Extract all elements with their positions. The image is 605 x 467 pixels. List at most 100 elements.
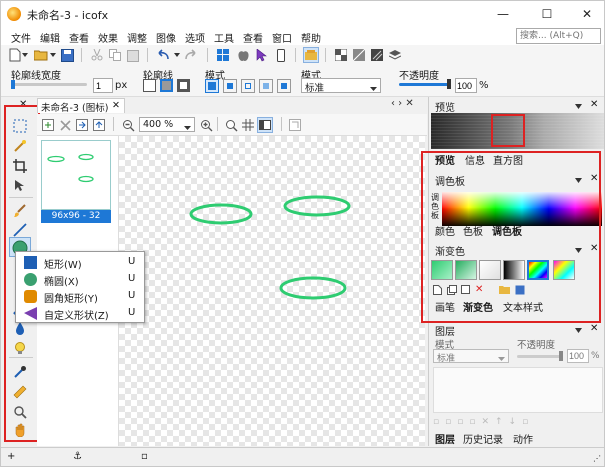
menu-options[interactable]: 选项 [185,30,205,45]
flyout-item-rectangle[interactable]: 矩形(W) U [16,254,144,271]
menu-effects[interactable]: 效果 [98,30,118,45]
document-tab-nav[interactable]: ‹ › ✕ [391,98,425,112]
checker-grid-icon[interactable] [333,47,349,63]
redo-icon[interactable] [183,47,199,63]
icon-library-icon[interactable] [303,47,319,63]
outline-width-input[interactable] [93,78,113,93]
magic-wand-icon[interactable] [11,137,29,155]
menu-adjust[interactable]: 调整 [127,30,147,45]
zoom-out-icon[interactable] [120,117,136,133]
brush-icon[interactable] [11,202,29,220]
tab-actions[interactable]: 动作 [513,431,533,446]
marquee-select-icon[interactable] [11,117,29,135]
menu-image[interactable]: 图像 [156,30,176,45]
layers-list[interactable] [433,367,603,413]
chevron-down-icon[interactable] [575,325,582,336]
chevron-down-icon[interactable] [173,47,181,63]
preview-viewport-box[interactable] [491,114,525,147]
tab-layers[interactable]: 图层 [435,431,455,446]
zoom-icon[interactable] [11,403,29,421]
chevron-down-icon[interactable] [575,101,582,112]
close-button[interactable]: ✕ [567,1,604,27]
drawing-canvas[interactable] [119,136,425,446]
move-icon[interactable] [11,177,29,195]
layers-opacity-input[interactable] [567,349,589,363]
image-thumbnail[interactable] [41,140,111,210]
zoom-in-icon[interactable] [198,117,214,133]
menu-view[interactable]: 查看 [69,30,89,45]
windows-icon[interactable] [215,47,231,63]
menu-edit[interactable]: 编辑 [40,30,60,45]
outline-width-track[interactable] [11,83,87,86]
actual-size-icon[interactable] [223,117,239,133]
menu-window[interactable]: 窗口 [272,30,292,45]
ellipse-shape[interactable] [189,203,253,225]
eyedropper-icon[interactable] [11,363,29,381]
flyout-item-rounded-rectangle[interactable]: 圆角矩形(Y) U [16,288,144,305]
cut-icon[interactable] [89,47,105,63]
opacity-slider-thumb[interactable] [447,79,451,89]
mode-fill-outline-button[interactable] [205,79,219,93]
transparency-icon[interactable] [369,47,385,63]
outline-thick-button[interactable] [177,79,190,92]
opacity-track[interactable] [399,83,451,86]
flyout-item-ellipse[interactable]: 椭圆(X) U [16,271,144,288]
layers-mode-select[interactable]: 标准 [433,349,509,364]
outline-thin-button[interactable] [160,79,173,92]
layer-properties-icon[interactable]: ▫ [457,417,463,429]
layers-stack-icon[interactable] [387,47,403,63]
menu-view2[interactable]: 查看 [243,30,263,45]
ellipse-shape[interactable] [279,276,347,300]
move-layer-up-icon[interactable]: ↑ [495,417,503,429]
layer-lock-icon[interactable]: ▫ [522,417,528,429]
mode-option4-button[interactable] [259,79,273,93]
chevron-down-icon[interactable] [49,47,57,63]
opacity-input[interactable] [455,78,477,93]
menu-help[interactable]: 帮助 [301,30,321,45]
preview-pane-icon[interactable] [257,117,273,133]
outline-none-button[interactable] [143,79,156,92]
grid-toggle-icon[interactable] [240,117,256,133]
export-image-icon[interactable] [91,117,107,133]
undo-icon[interactable] [155,47,171,63]
document-tab[interactable]: 未命名-3 (图标) ✕ [37,98,125,114]
panel-close-icon[interactable]: ✕ [590,323,598,334]
crop-icon[interactable] [11,157,29,175]
light-bulb-icon[interactable] [11,339,29,357]
import-image-icon[interactable] [74,117,90,133]
mode-option5-button[interactable] [277,79,291,93]
ruler-icon[interactable] [11,383,29,401]
delete-layer-icon[interactable]: ✕ [481,417,489,429]
menu-tools[interactable]: 工具 [214,30,234,45]
duplicate-layer-icon[interactable]: ▫ [445,417,451,429]
apple-icon[interactable] [235,47,251,63]
paste-icon[interactable] [125,47,141,63]
blend-mode-select[interactable]: 标准 [301,78,381,94]
add-image-icon[interactable] [40,117,56,133]
cursor-icon[interactable] [253,47,269,63]
mode-fill-button[interactable] [223,79,237,93]
ellipse-shape[interactable] [283,195,351,217]
chevron-down-icon[interactable] [21,47,29,63]
tab-history[interactable]: 历史记录 [463,431,503,446]
pattern-icon[interactable] [351,47,367,63]
minimize-button[interactable]: — [483,1,523,27]
merge-layer-icon[interactable]: ▫ [469,417,475,429]
maximize-button[interactable]: ☐ [527,1,567,27]
layers-opacity-track[interactable] [517,355,563,358]
mode-outline-button[interactable] [241,79,255,93]
zoom-select[interactable]: 400 % [139,117,195,132]
document-tab-close-icon[interactable]: ✕ [112,100,120,111]
menu-file[interactable]: 文件 [11,30,31,45]
new-layer-icon[interactable]: ▫ [433,417,439,429]
panel-close-icon[interactable]: ✕ [590,99,598,110]
layers-opacity-thumb[interactable] [559,351,563,361]
move-layer-down-icon[interactable]: ↓ [509,417,517,429]
search-input[interactable] [516,28,601,44]
resize-grip-icon[interactable]: ⋰ [593,454,601,463]
copy-icon[interactable] [107,47,123,63]
outline-width-slider-thumb[interactable] [11,80,15,89]
delete-image-icon[interactable] [57,117,73,133]
resample-icon[interactable] [287,117,303,133]
save-icon[interactable] [59,47,75,63]
